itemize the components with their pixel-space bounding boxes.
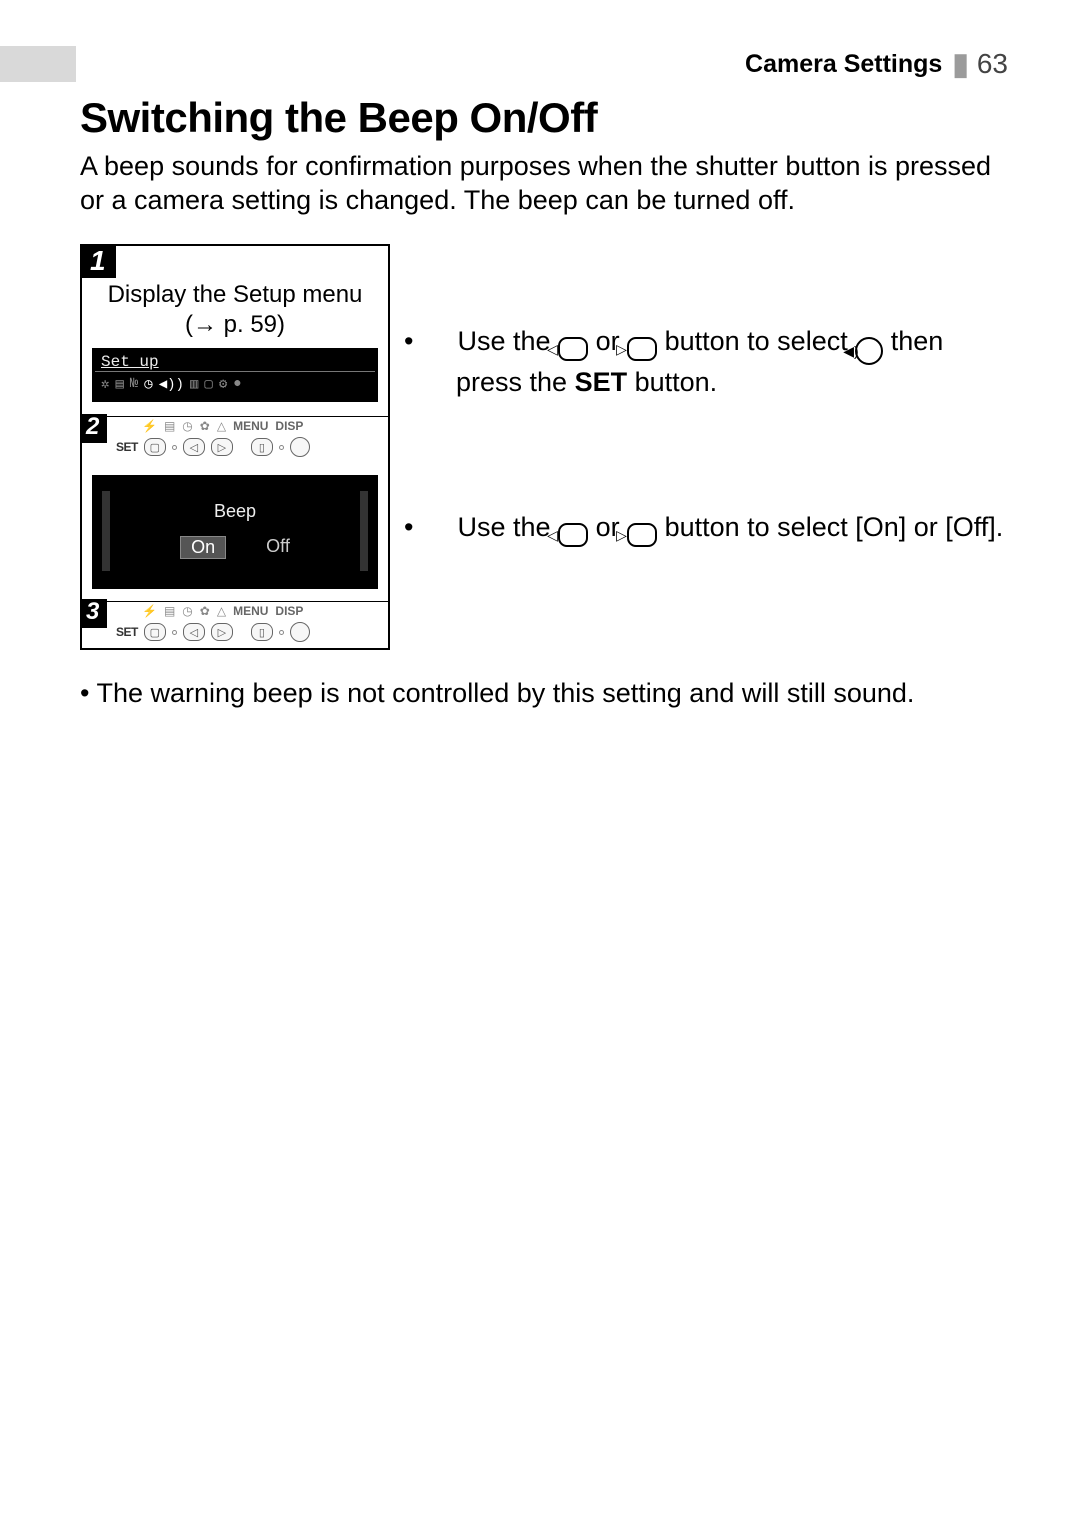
timer-icon: ◷ xyxy=(182,604,192,618)
step-1-caption: Display the Setup menu (→ p. 59) xyxy=(82,278,388,348)
speaker-select-icon: ◀) xyxy=(855,337,883,365)
section-divider-icon: ▮ xyxy=(948,46,977,82)
speaker-icon: ◀)) xyxy=(159,376,184,393)
macro-icon: ✿ xyxy=(200,419,210,433)
tab-stub xyxy=(0,46,76,82)
indicator-dot2-icon xyxy=(279,630,284,635)
step-2-instruction: • Use the ◁ or ▷ button to select ◀) the… xyxy=(430,324,1008,400)
globe-icon: ● xyxy=(233,376,241,393)
clock-icon: ◷ xyxy=(144,376,152,393)
right-button-icon: ▷ xyxy=(211,623,233,641)
set-button-icon: ▢ xyxy=(144,623,166,641)
brightness-icon: ✲ xyxy=(101,376,109,393)
intro-text: A beep sounds for confirmation purposes … xyxy=(80,150,1008,218)
timer-icon: ◷ xyxy=(182,419,192,433)
indicator-dot-icon xyxy=(172,630,177,635)
lcd-setup-label: Set up xyxy=(101,353,159,371)
right-nav-icon: ▷ xyxy=(627,337,657,361)
gear-icon: ⚙ xyxy=(219,376,227,393)
flash-icon: ⚡ xyxy=(142,604,157,618)
indicator-dot-icon xyxy=(172,445,177,450)
trash-icon: ▢ xyxy=(204,376,212,393)
page-title: Switching the Beep On/Off xyxy=(80,94,1008,142)
beep-on-option: On xyxy=(180,536,226,559)
right-nav-icon: ▷ xyxy=(627,523,657,547)
toggle-button-icon: ▯ xyxy=(251,438,273,456)
left-nav-icon: ◁ xyxy=(558,523,588,547)
card2-icon: ▤ xyxy=(164,604,175,618)
left-nav-icon: ◁ xyxy=(558,337,588,361)
card-icon: ▤ xyxy=(115,376,123,393)
disp-label: DISP xyxy=(275,604,303,618)
left-button-icon: ◁ xyxy=(183,623,205,641)
set-label: SET xyxy=(116,625,138,639)
beep-title: Beep xyxy=(110,501,360,522)
page-number: 63 xyxy=(977,46,1080,82)
lcd-icon-row: ✲ ▤ № ◷ ◀)) ▥ ▢ ⚙ ● xyxy=(95,372,375,399)
flash-icon: ⚡ xyxy=(142,419,157,433)
disp-label: DISP xyxy=(275,419,303,433)
round-button-icon xyxy=(290,622,310,642)
set-label: SET xyxy=(116,440,138,454)
step-2-controls: 2 ⚡ ▤ ◷ ✿ △ MENU DISP SET xyxy=(82,416,388,463)
card2-icon: ▤ xyxy=(164,419,175,433)
beep-off-option: Off xyxy=(266,536,290,559)
set-button-icon: ▢ xyxy=(144,438,166,456)
note-text: • The warning beep is not controlled by … xyxy=(80,676,1008,711)
right-arrow-icon: → xyxy=(193,311,217,338)
step-1-badge: 1 xyxy=(82,246,116,279)
step-3-controls: 3 ⚡ ▤ ◷ ✿ △ MENU DISP SET xyxy=(82,601,388,648)
step-3-instruction: • Use the ◁ or ▷ button to select [On] o… xyxy=(430,510,1008,547)
menu-label: MENU xyxy=(233,419,268,433)
battery-icon: ▥ xyxy=(190,376,198,393)
header-bar: Camera Settings ▮ 63 xyxy=(0,46,1080,82)
procedure-figure: 1 Display the Setup menu (→ p. 59) Set u… xyxy=(80,244,390,651)
toggle-button-icon: ▯ xyxy=(251,623,273,641)
menu-label: MENU xyxy=(233,604,268,618)
section-label: Camera Settings xyxy=(745,46,948,82)
macro-icon: ✿ xyxy=(200,604,210,618)
left-button-icon: ◁ xyxy=(183,438,205,456)
beep-lcd: Beep On Off xyxy=(92,475,378,589)
mountain-icon: △ xyxy=(217,419,226,433)
indicator-dot2-icon xyxy=(279,445,284,450)
number-icon: № xyxy=(130,376,138,393)
mountain-icon: △ xyxy=(217,604,226,618)
right-button-icon: ▷ xyxy=(211,438,233,456)
setup-lcd: Set up ✲ ▤ № ◷ ◀)) ▥ ▢ ⚙ ● xyxy=(92,348,378,402)
round-button-icon xyxy=(290,437,310,457)
